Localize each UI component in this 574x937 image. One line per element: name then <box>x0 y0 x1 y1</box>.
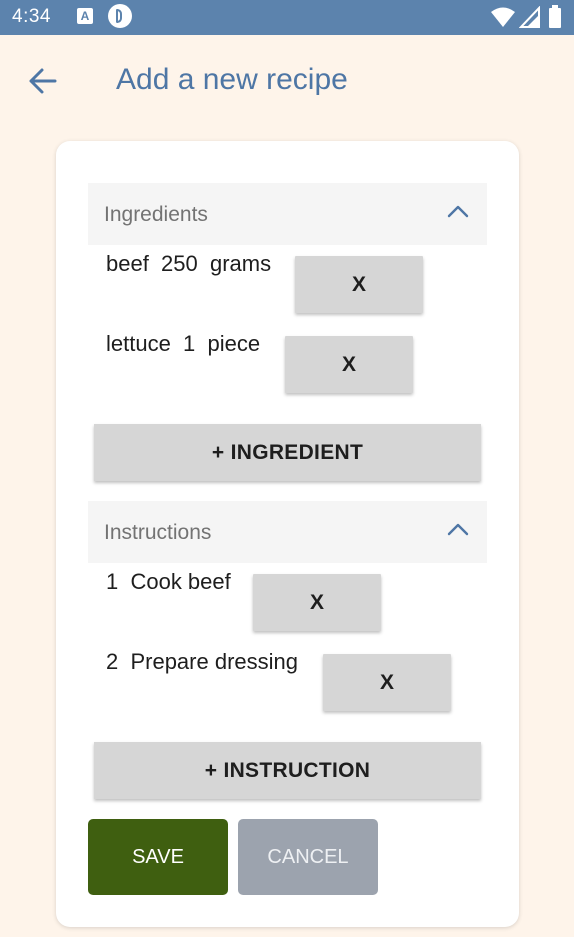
wifi-icon <box>491 7 515 27</box>
notification-app-icon <box>108 4 132 28</box>
ingredients-section-header[interactable]: Ingredients <box>88 183 487 245</box>
add-ingredient-button[interactable]: + INGREDIENT <box>94 424 481 481</box>
ingredient-item-text: beef 250 grams <box>106 251 272 276</box>
remove-ingredient-button[interactable]: X <box>285 336 413 393</box>
signal-icon <box>519 6 540 28</box>
recipe-form-card: Ingredients beef 250 grams X lettuce 1 p… <box>56 141 519 927</box>
app-bar: Add a new recipe <box>0 35 574 127</box>
status-bar: 4:34 A <box>0 0 574 35</box>
instruction-item-text: 1 Cook beef <box>106 569 231 594</box>
cancel-button[interactable]: CANCEL <box>238 819 378 895</box>
notification-a-icon: A <box>77 8 93 24</box>
battery-icon <box>549 5 561 28</box>
remove-instruction-button[interactable]: X <box>323 654 451 711</box>
ingredient-item-text: lettuce 1 piece <box>106 331 261 356</box>
remove-instruction-button[interactable]: X <box>253 574 381 631</box>
back-button[interactable] <box>20 59 66 103</box>
chevron-up-icon <box>447 205 469 218</box>
arrow-left-icon <box>29 68 57 94</box>
add-instruction-button[interactable]: + INSTRUCTION <box>94 742 481 799</box>
save-button[interactable]: SAVE <box>88 819 228 895</box>
status-time: 4:34 <box>12 6 51 27</box>
remove-ingredient-button[interactable]: X <box>295 256 423 313</box>
page-title: Add a new recipe <box>116 63 348 96</box>
instruction-item-text: 2 Prepare dressing <box>106 649 298 674</box>
ingredients-header-label: Ingredients <box>104 203 208 226</box>
instructions-section-header[interactable]: Instructions <box>88 501 487 563</box>
chevron-up-icon <box>447 523 469 536</box>
instructions-header-label: Instructions <box>104 521 212 544</box>
